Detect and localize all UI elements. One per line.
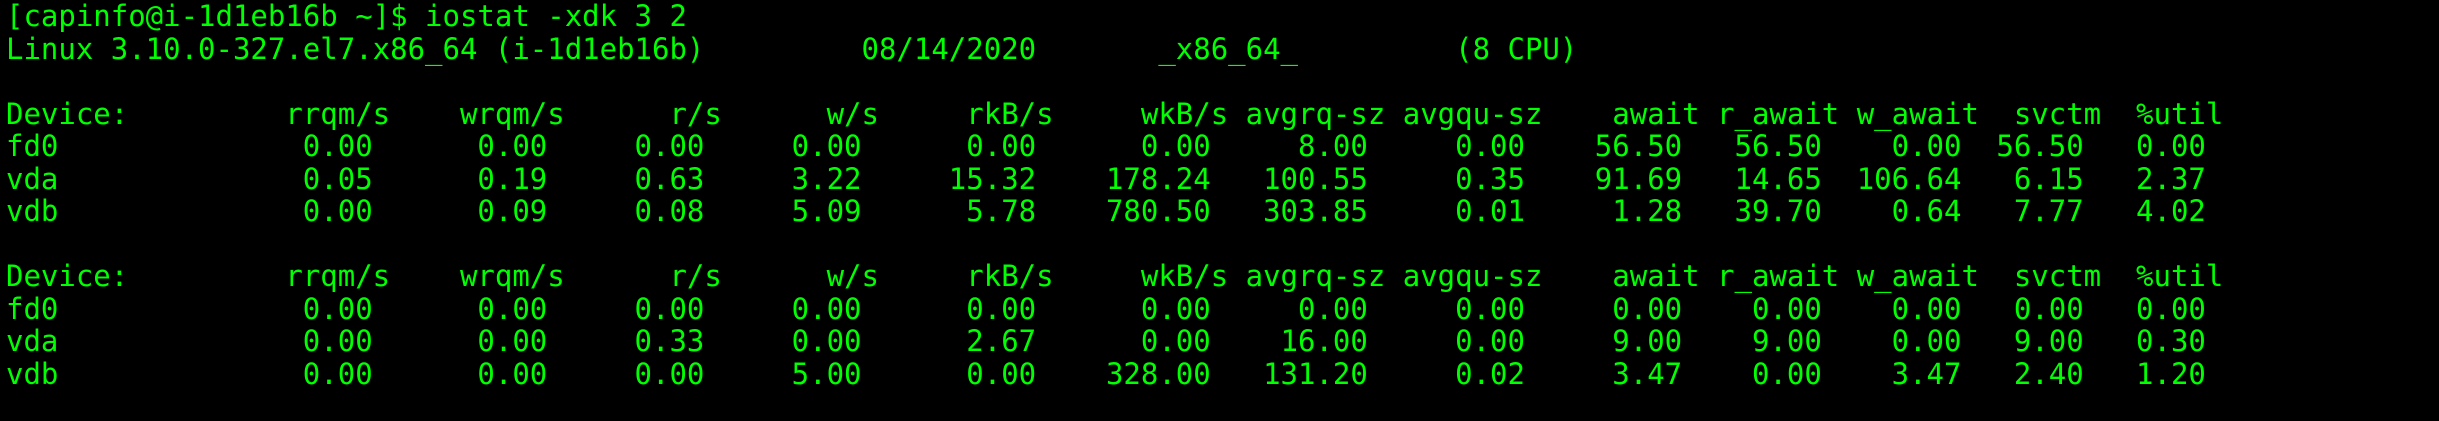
report2-row-vda: vda 0.00 0.00 0.33 0.00 2.67 0.00 16.00 … (6, 324, 2206, 358)
report1-header: Device: rrqm/s wrqm/s r/s w/s rkB/s wkB/… (6, 96, 2224, 131)
report1-row-fd0: fd0 0.00 0.00 0.00 0.00 0.00 0.00 8.00 0… (6, 129, 2206, 163)
command-line: [capinfo@i-1d1eb16b ~]$ iostat -xdk 3 2 (6, 0, 2433, 33)
report2-header: Device: rrqm/s wrqm/s r/s w/s rkB/s wkB/… (6, 259, 2224, 293)
shell-prompt: [capinfo@i-1d1eb16b ~]$ (6, 0, 426, 33)
report2-row-vdb: vdb 0.00 0.00 0.00 5.00 0.00 328.00 131.… (6, 356, 2206, 391)
terminal-window[interactable]: [capinfo@i-1d1eb16b ~]$ iostat -xdk 3 2 … (0, 0, 2439, 421)
command-text: iostat -xdk 3 2 (425, 0, 687, 33)
system-info-line: Linux 3.10.0-327.el7.x86_64 (i-1d1eb16b)… (6, 31, 1578, 66)
report2-row-fd0: fd0 0.00 0.00 0.00 0.00 0.00 0.00 0.00 0… (6, 291, 2206, 326)
report1-row-vda: vda 0.05 0.19 0.63 3.22 15.32 178.24 100… (6, 161, 2206, 196)
report1-row-vdb: vdb 0.00 0.09 0.08 5.09 5.78 780.50 303.… (6, 194, 2206, 228)
